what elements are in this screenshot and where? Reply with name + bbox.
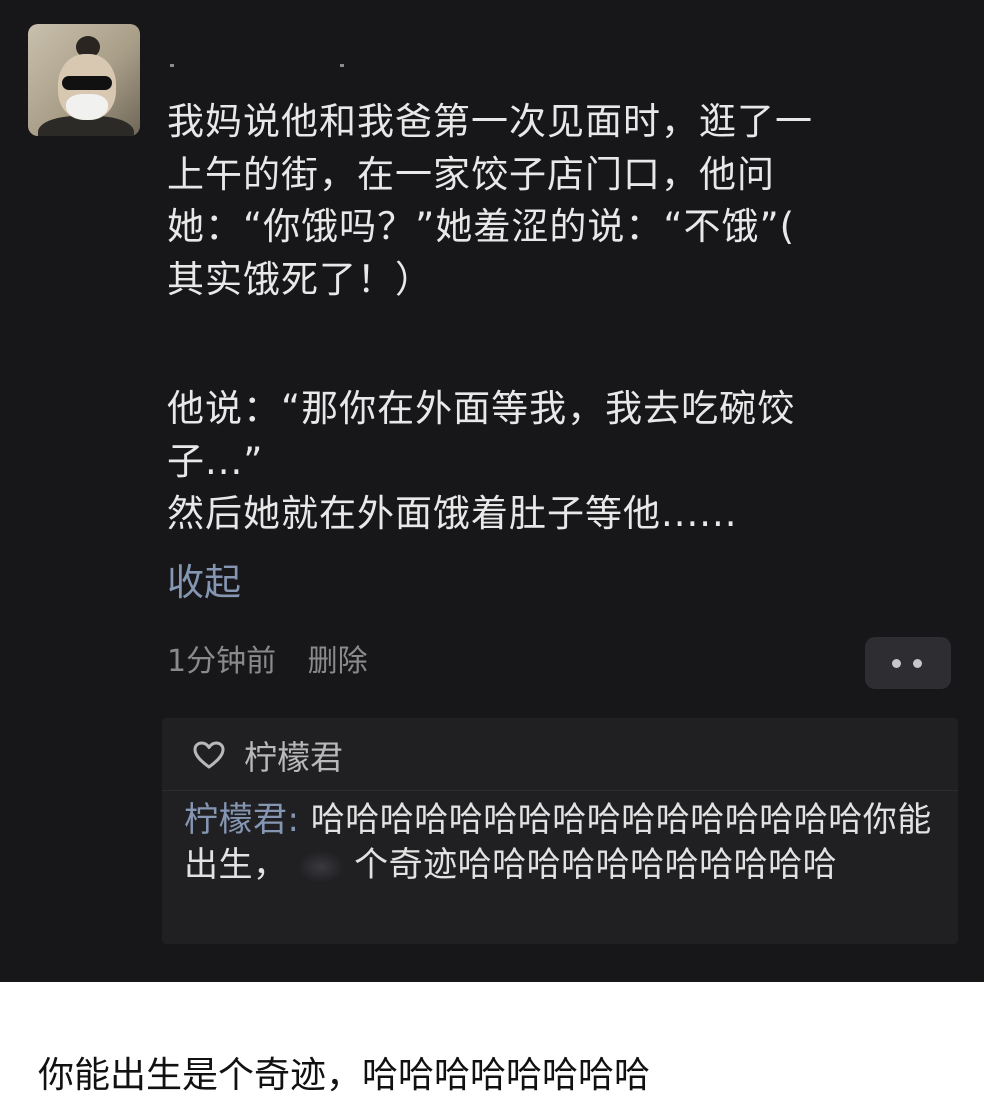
post-line: 其实饿死了！）	[167, 257, 433, 301]
more-button[interactable]	[865, 637, 951, 689]
more-dots-icon	[892, 659, 901, 668]
heart-icon[interactable]	[192, 740, 226, 770]
caption-text: 你能出生是个奇迹，哈哈哈哈哈哈哈哈	[38, 1055, 651, 1096]
likes-comments-panel: 柠檬君 柠檬君: 哈哈哈哈哈哈哈哈哈哈哈哈哈哈哈哈你能出生， 个奇迹哈哈哈哈哈哈…	[162, 718, 958, 944]
more-dots-icon	[913, 659, 922, 668]
comment-text-end: 个奇迹哈哈哈哈哈哈哈哈哈哈哈	[354, 845, 838, 885]
comment[interactable]: 柠檬君: 哈哈哈哈哈哈哈哈哈哈哈哈哈哈哈哈你能出生， 个奇迹哈哈哈哈哈哈哈哈哈哈…	[184, 798, 944, 888]
post-line: 上午的街，在一家饺子店门口，他问	[167, 152, 775, 196]
avatar[interactable]	[28, 24, 140, 136]
redacted-username	[170, 64, 350, 72]
post-line: 我妈说他和我爸第一次见面时，逛了一	[167, 100, 813, 143]
comment-author[interactable]: 柠檬君:	[184, 800, 299, 840]
post-line: 子...”	[167, 439, 264, 483]
post-line: 然后她就在外面饿着肚子等他......	[167, 492, 738, 535]
delete-link[interactable]: 删除	[308, 644, 368, 679]
blurred-text	[298, 851, 343, 882]
divider	[162, 790, 958, 791]
screenshot-area: 我妈说他和我爸第一次见面时，逛了一 上午的街，在一家饺子店门口，他问 她：“你饿…	[0, 0, 984, 982]
post-line: 他说：“那你在外面等我，我去吃碗饺	[167, 387, 796, 430]
collapse-link[interactable]: 收起	[167, 557, 241, 609]
post-meta: 1分钟前 删除	[167, 640, 368, 684]
timestamp: 1分钟前	[167, 644, 277, 679]
post-body: 我妈说他和我爸第一次见面时，逛了一 上午的街，在一家饺子店门口，他问 她：“你饿…	[167, 96, 945, 541]
post-line: 她：“你饿吗？”她羞涩的说：“不饿”(	[167, 205, 796, 248]
liker-name[interactable]: 柠檬君	[244, 731, 343, 779]
likes-row: 柠檬君	[192, 732, 343, 778]
